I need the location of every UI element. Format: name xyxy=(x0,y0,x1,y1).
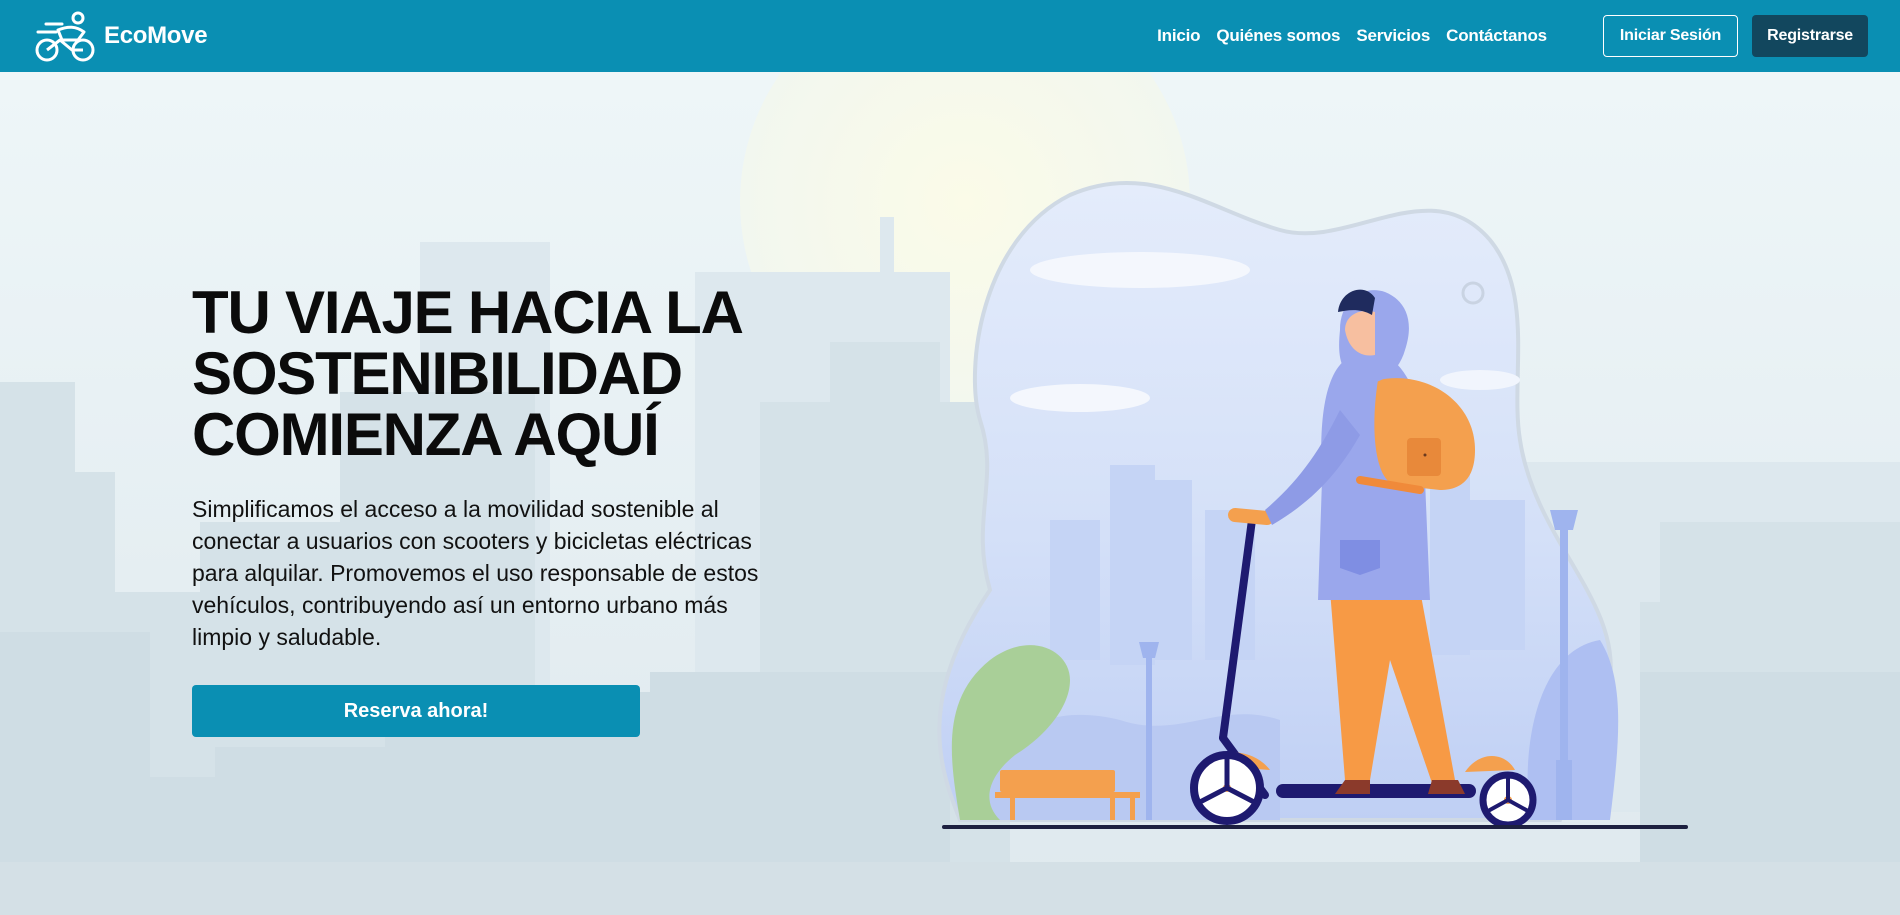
hero-section: TU VIAJE HACIA LA SOSTENIBILIDAD COMIENZ… xyxy=(192,282,812,737)
auth-actions: Iniciar Sesión Registrarse xyxy=(1602,15,1868,57)
register-button[interactable]: Registrarse xyxy=(1752,15,1868,57)
hero-description: Simplificamos el acceso a la movilidad s… xyxy=(192,496,759,650)
nav-link-inicio[interactable]: Inicio xyxy=(1157,26,1200,46)
hero-title-line: SOSTENIBILIDAD xyxy=(192,340,683,407)
nav-link-quienes-somos[interactable]: Quiénes somos xyxy=(1216,26,1340,46)
hero-title: TU VIAJE HACIA LA SOSTENIBILIDAD COMIENZ… xyxy=(192,282,812,465)
main-nav: Inicio Quiénes somos Servicios Contáctan… xyxy=(1157,26,1547,46)
nav-link-servicios[interactable]: Servicios xyxy=(1356,26,1430,46)
hero-title-line: TU VIAJE HACIA LA xyxy=(192,279,744,346)
scooter-rider-illustration xyxy=(920,180,1700,850)
scooter-rider-icon xyxy=(937,180,1688,829)
hero-title-line: COMIENZA AQUÍ xyxy=(192,401,660,468)
nav-link-contactanos[interactable]: Contáctanos xyxy=(1446,26,1547,46)
reserve-now-button[interactable]: Reserva ahora! xyxy=(192,685,640,737)
brand-name: EcoMove xyxy=(104,22,208,49)
login-button[interactable]: Iniciar Sesión xyxy=(1602,15,1739,57)
bike-rider-logo-icon xyxy=(35,11,95,62)
brand-logo[interactable]: EcoMove xyxy=(32,10,208,62)
navbar: EcoMove Inicio Quiénes somos Servicios C… xyxy=(0,0,1900,72)
